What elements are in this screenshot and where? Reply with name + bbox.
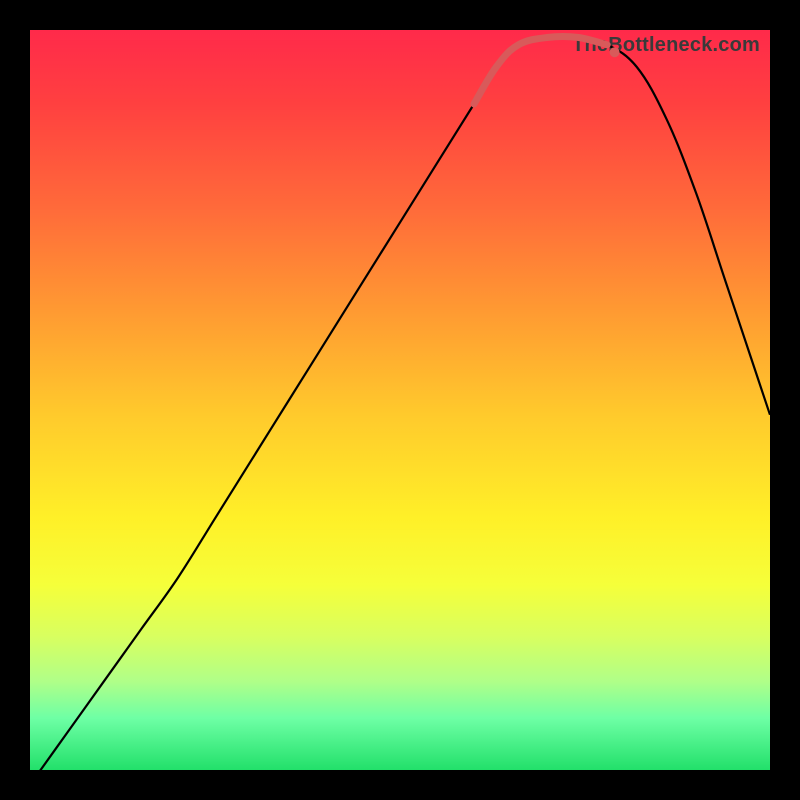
chart-frame: TheBottleneck.com — [0, 0, 800, 800]
curve-highlight — [474, 36, 607, 104]
curve-path — [30, 36, 770, 770]
bottleneck-curve — [30, 30, 770, 770]
plot-area: TheBottleneck.com — [30, 30, 770, 770]
curve-marker — [610, 47, 620, 57]
